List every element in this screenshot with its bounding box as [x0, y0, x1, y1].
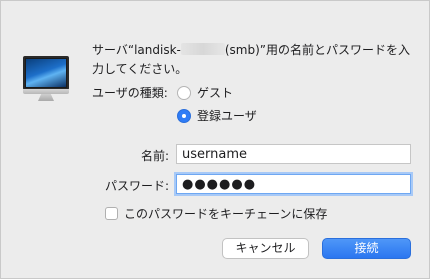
radio-button[interactable] — [177, 85, 191, 100]
name-label: 名前: — [140, 149, 169, 163]
cancel-button[interactable]: キャンセル — [222, 238, 309, 259]
radio-registered-user[interactable]: 登録ユーザ — [177, 107, 257, 124]
password-label: パスワード: — [104, 179, 169, 193]
radio-guest-label: ゲスト — [197, 86, 234, 100]
password-field[interactable]: ●●●●●● — [176, 174, 411, 194]
prompt-message-line2: 力してください。 — [92, 62, 188, 76]
connect-button[interactable]: 接続 — [322, 238, 411, 259]
monitor-icon — [23, 56, 69, 106]
redacted-hostname — [180, 43, 225, 55]
prompt-message: サーバ“landisk- (smb)”用の名前とパスワードを入 力してください。 — [92, 41, 422, 79]
radio-button-selected[interactable] — [177, 108, 191, 123]
prompt-message-prefix: サーバ“landisk- — [92, 43, 181, 57]
user-type-label: ユーザの種類: — [92, 86, 168, 100]
save-password-checkbox[interactable] — [105, 207, 118, 220]
name-field[interactable]: username — [176, 144, 411, 164]
prompt-message-suffix: (smb)”用の名前とパスワードを入 — [224, 43, 411, 57]
radio-guest[interactable]: ゲスト — [177, 84, 233, 101]
login-dialog: サーバ“landisk- (smb)”用の名前とパスワードを入 力してください。 … — [0, 0, 430, 279]
save-password-label: このパスワードをキーチェーンに保存 — [124, 207, 328, 221]
save-password-checkbox-row[interactable]: このパスワードをキーチェーンに保存 — [105, 205, 327, 222]
radio-registered-user-label: 登録ユーザ — [197, 109, 257, 123]
